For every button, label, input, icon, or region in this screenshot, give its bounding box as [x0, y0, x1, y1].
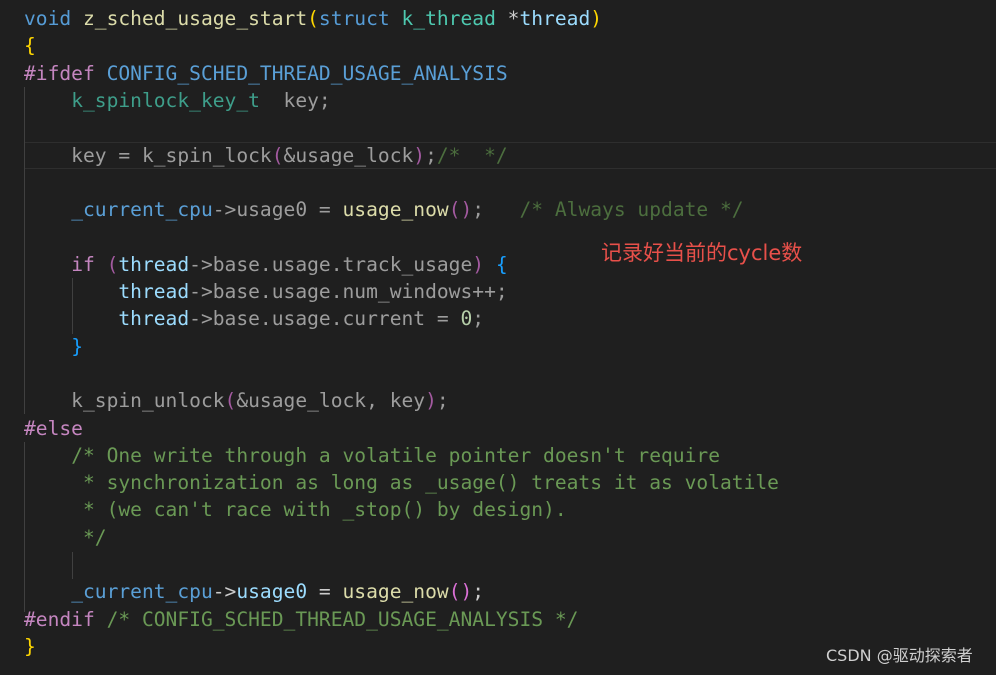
- code-token: * synchronization as long as _usage() tr…: [82, 471, 779, 495]
- code-line-12: thread->base.usage.current = 0;: [24, 305, 484, 332]
- code-token: _current_cpu: [71, 198, 213, 222]
- code-token: thread: [118, 307, 190, 331]
- code-token: if: [71, 252, 95, 276]
- code-line-22: _current_cpu->usage0 = usage_now();: [24, 578, 484, 605]
- code-line-17: /* One write through a volatile pointer …: [24, 442, 720, 469]
- code-token: ->: [212, 580, 237, 604]
- code-token: * (we can't race with _stop() by design)…: [82, 498, 567, 522]
- code-token: thread: [118, 252, 190, 276]
- code-token: ->base.usage.track_usage: [189, 252, 473, 276]
- code-token: 0: [460, 307, 473, 331]
- code-token: (: [271, 143, 284, 167]
- code-line-8: _current_cpu->usage0 = usage_now(); /* A…: [24, 196, 744, 223]
- code-line-20: */: [24, 524, 107, 551]
- code-line-4: k_spinlock_key_t key;: [24, 87, 331, 114]
- code-token: ): [472, 252, 485, 276]
- code-token: (): [448, 580, 473, 604]
- code-token: *: [495, 7, 520, 30]
- code-line-1: void z_sched_usage_start(struct k_thread…: [24, 5, 602, 32]
- code-line-19: * (we can't race with _stop() by design)…: [24, 496, 567, 523]
- code-line-24: }: [24, 633, 36, 660]
- code-token: usage_now: [342, 580, 449, 604]
- code-token: usage0: [236, 580, 308, 604]
- code-token: ;: [425, 143, 437, 167]
- code-token: #else: [24, 416, 83, 440]
- code-token: k_spin_unlock: [24, 389, 225, 413]
- code-line-15: k_spin_unlock(&usage_lock, key);: [24, 387, 449, 414]
- code-line-10: if (thread->base.usage.track_usage) {: [24, 251, 508, 278]
- code-token: z_sched_usage_start: [82, 7, 308, 30]
- code-token: key = k_spin_lock: [24, 143, 272, 167]
- code-token: void: [24, 7, 72, 30]
- code-line-13: }: [24, 333, 83, 360]
- code-token: /* One write through a volatile pointer …: [71, 443, 720, 467]
- code-token: {: [495, 252, 508, 276]
- code-token: (: [106, 252, 119, 276]
- code-token: _current_cpu: [71, 580, 213, 604]
- code-token: ;: [472, 307, 485, 331]
- watermark: CSDN @驱动探索者: [826, 646, 973, 665]
- code-token: */: [82, 525, 107, 549]
- code-editor[interactable]: void z_sched_usage_start(struct k_thread…: [0, 0, 996, 675]
- code-line-16: #else: [24, 415, 83, 442]
- code-token: /* */: [436, 143, 508, 167]
- code-token: thread: [519, 7, 591, 30]
- code-token: (): [448, 198, 473, 222]
- code-token: usage_now: [342, 198, 449, 222]
- annotation-note: 记录好当前的cycle数: [601, 241, 803, 265]
- code-token: /* CONFIG_SCHED_THREAD_USAGE_ANALYSIS */: [106, 607, 579, 631]
- code-token: (: [224, 389, 237, 413]
- code-token: /* Always update */: [519, 198, 744, 222]
- code-token: CONFIG_SCHED_THREAD_USAGE_ANALYSIS: [106, 61, 508, 85]
- code-token: ;: [472, 198, 520, 222]
- code-token: }: [71, 334, 83, 358]
- code-token: key;: [259, 88, 331, 112]
- code-token: #ifdef: [24, 61, 95, 85]
- code-token: thread: [118, 280, 190, 303]
- code-token: ;: [436, 389, 449, 413]
- code-line-6: key = k_spin_lock(&usage_lock);/* */: [24, 142, 508, 169]
- indent-guide-blank: [72, 552, 73, 579]
- code-token: {: [24, 34, 36, 58]
- code-line-11: thread->base.usage.num_windows++;: [24, 278, 508, 305]
- code-token: k_spinlock_key_t: [71, 88, 260, 112]
- code-line-2: {: [24, 32, 36, 59]
- code-token: ->base.usage.current =: [189, 307, 461, 331]
- code-token: &usage_lock: [283, 143, 414, 167]
- code-token: (: [307, 7, 319, 30]
- code-token: ->usage0 =: [212, 198, 343, 222]
- code-token: &usage_lock, key: [236, 389, 426, 413]
- code-token: ): [425, 389, 437, 413]
- code-token: =: [307, 580, 343, 604]
- code-line-23: #endif /* CONFIG_SCHED_THREAD_USAGE_ANAL…: [24, 606, 578, 633]
- code-token: ;: [472, 580, 485, 604]
- code-token: k_thread: [401, 7, 496, 30]
- code-line-18: * synchronization as long as _usage() tr…: [24, 469, 779, 496]
- code-token: struct: [318, 7, 390, 30]
- code-line-3: #ifdef CONFIG_SCHED_THREAD_USAGE_ANALYSI…: [24, 60, 508, 87]
- code-token: ): [590, 7, 603, 30]
- code-token: }: [24, 634, 36, 658]
- code-token: ): [413, 143, 426, 167]
- code-token: #endif: [24, 607, 95, 631]
- code-token: ->base.usage.num_windows++;: [189, 280, 508, 303]
